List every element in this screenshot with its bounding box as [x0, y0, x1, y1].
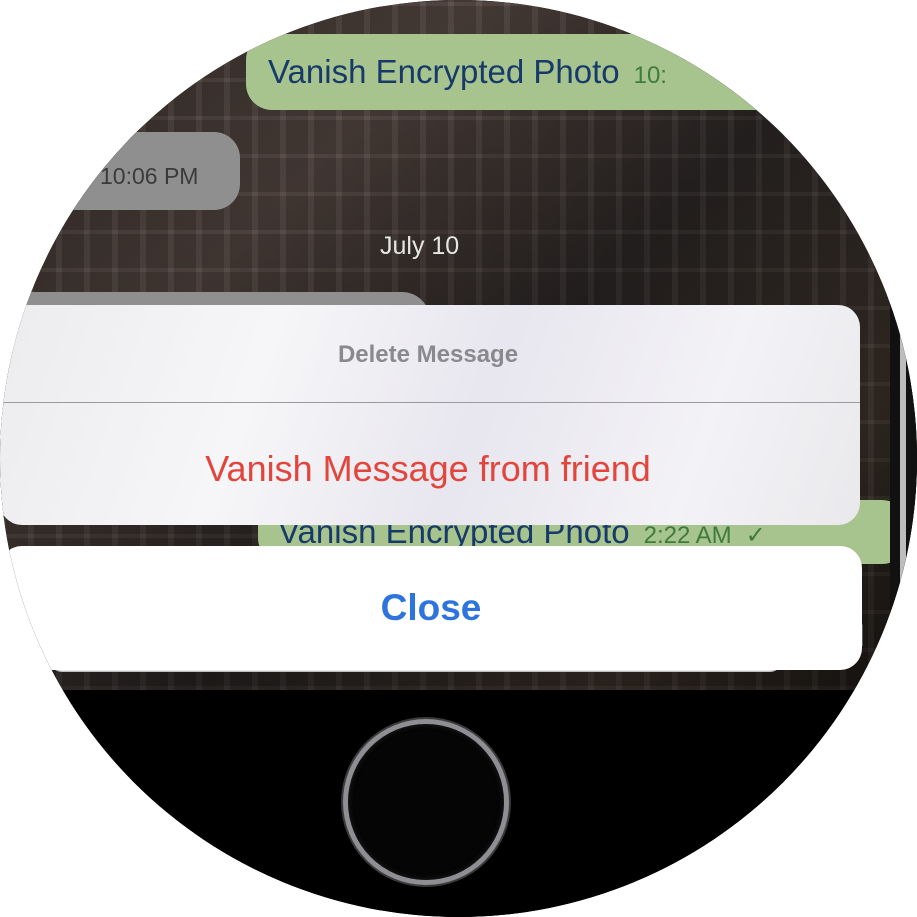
- message-time: 10:06 PM: [100, 163, 199, 189]
- read-check-icon: ✓: [745, 522, 766, 549]
- vanish-message-button[interactable]: Vanish Message from friend: [0, 403, 856, 525]
- date-separator: July 10: [380, 232, 460, 260]
- action-sheet: Delete Message Vanish Message from frien…: [0, 305, 860, 525]
- action-sheet-title: Delete Message: [337, 341, 519, 368]
- incoming-message-bubble[interactable]: 10:06 PM: [0, 132, 240, 210]
- close-button[interactable]: Close: [0, 546, 862, 670]
- zoom-lens: Vanish Encrypted Photo 10: 10:06 PM July …: [0, 0, 917, 917]
- message-time: 10:: [633, 62, 667, 89]
- device-edge-highlight: [900, 280, 906, 660]
- message-time: 2:22 AM: [643, 522, 732, 549]
- outgoing-message-bubble[interactable]: Vanish Encrypted Photo 10:: [246, 34, 917, 110]
- message-text: Vanish Encrypted Photo: [268, 53, 620, 90]
- home-button-icon[interactable]: [348, 724, 504, 880]
